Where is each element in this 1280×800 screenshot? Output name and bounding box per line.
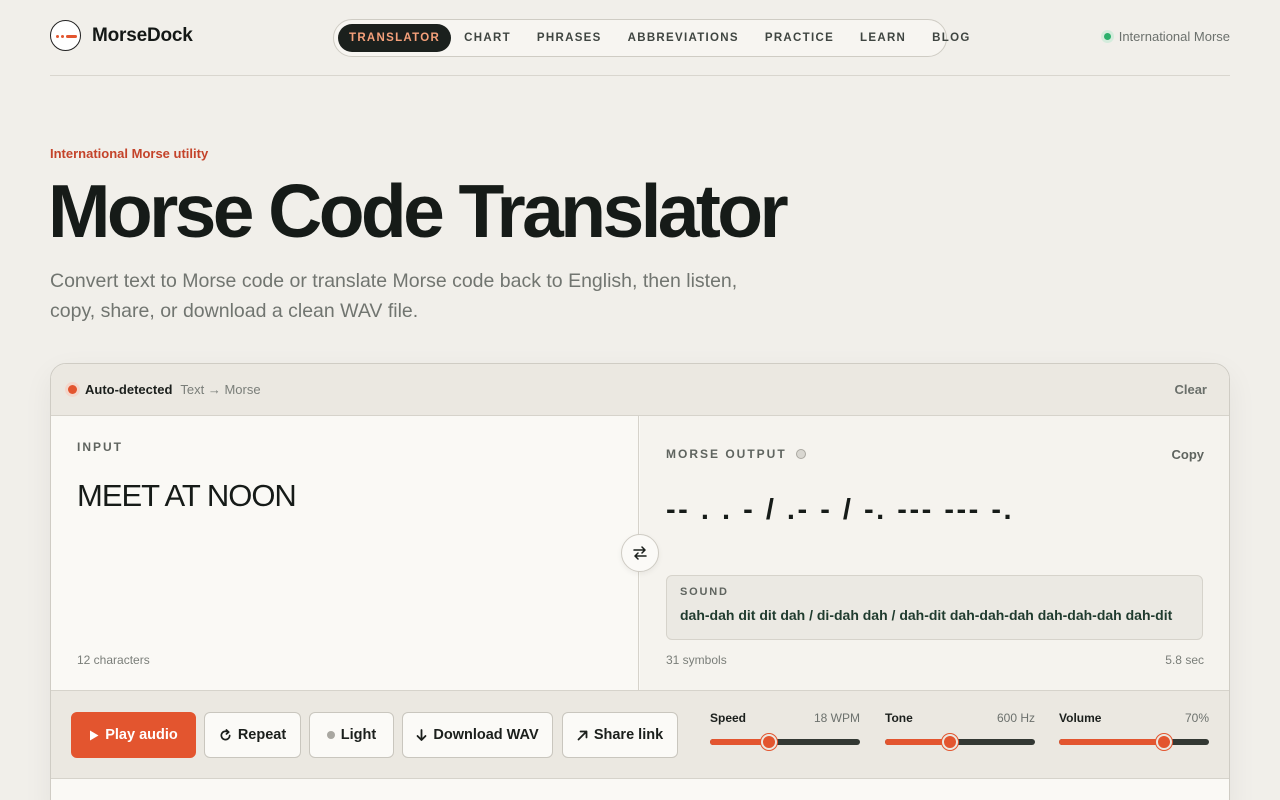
repeat-icon [220, 728, 231, 740]
volume-handle[interactable] [1156, 734, 1172, 750]
speed-fill [710, 739, 769, 745]
output-label-group: MORSE OUTPUT [666, 447, 806, 461]
nav-item-chart[interactable]: CHART [451, 24, 524, 52]
nav-item-practice[interactable]: PRACTICE [752, 24, 847, 52]
download-wav-label: Download WAV [433, 727, 539, 743]
tone-handle[interactable] [941, 734, 958, 750]
top-bar: MorseDock TRANSLATOR CHART PHRASES ABBRE… [50, 0, 1230, 76]
sound-text: dah-dah dit dit dah / di-dah dah / dah-d… [680, 607, 1173, 623]
status-dot-icon [1103, 33, 1111, 40]
morse-output: -- . . - / .- - / -. --- --- -. [666, 494, 1015, 526]
input-pane[interactable]: INPUT MEET AT NOON 12 characters [51, 416, 639, 690]
info-icon[interactable] [795, 449, 806, 459]
volume-fill [1059, 739, 1164, 745]
volume-track[interactable] [1059, 734, 1209, 750]
timing-legend-row [51, 779, 1229, 800]
sound-label: SOUND [680, 586, 729, 598]
speed-track[interactable] [710, 734, 860, 750]
tone-track[interactable] [885, 734, 1035, 750]
share-arrow-icon [577, 730, 588, 740]
input-text[interactable]: MEET AT NOON [77, 478, 297, 514]
card-header: Auto-detected Text → Morse Clear [51, 364, 1229, 416]
download-arrow-icon [416, 728, 427, 741]
duration: 5.8 sec [1165, 653, 1204, 667]
nav-item-abbreviations[interactable]: ABBREVIATIONS [615, 24, 752, 52]
detection-status: Auto-detected Text → Morse [68, 382, 261, 397]
tone-value: 600 Hz [996, 711, 1035, 725]
direction-label: Text → Morse [180, 382, 261, 397]
detection-label: Auto-detected [85, 382, 173, 397]
output-pane: MORSE OUTPUT Copy -- . . - / .- - / -. -… [640, 416, 1229, 690]
volume-label: Volume [1059, 711, 1102, 725]
hero-subtitle: Convert text to Morse code or translate … [50, 270, 738, 322]
nav-item-phrases[interactable]: PHRASES [524, 24, 615, 52]
symbol-count: 31 symbols [666, 653, 727, 667]
tone-label: Tone [885, 711, 913, 725]
input-label: INPUT [77, 440, 123, 454]
brand[interactable]: MorseDock [50, 20, 193, 51]
share-link-label: Share link [593, 727, 664, 743]
light-indicator-icon [326, 731, 335, 739]
character-count: 12 characters [77, 653, 150, 667]
light-label: Light [340, 727, 377, 743]
main-nav: TRANSLATOR CHART PHRASES ABBREVIATIONS P… [333, 19, 969, 57]
repeat-label: Repeat [237, 727, 287, 743]
sound-box: SOUND dah-dah dit dit dah / di-dah dah /… [666, 575, 1203, 640]
light-button[interactable]: Light [309, 712, 394, 758]
morsedock-logo-icon [50, 20, 81, 51]
clear-button[interactable]: Clear [1174, 382, 1207, 397]
play-icon [90, 730, 99, 740]
translator-card: Auto-detected Text → Morse Clear INPUT M… [50, 363, 1230, 800]
volume-value: 70% [1184, 711, 1209, 725]
nav-item-blog[interactable]: BLOG [919, 24, 983, 52]
repeat-button[interactable]: Repeat [204, 712, 301, 758]
page-title: Morse Code Translator [48, 169, 789, 253]
tone-slider[interactable]: Tone 600 Hz [885, 711, 1035, 750]
play-audio-button[interactable]: Play audio [71, 712, 196, 758]
brand-name: MorseDock [92, 24, 193, 46]
swap-direction-button[interactable] [621, 534, 659, 572]
hero-kicker: International Morse utility [50, 146, 209, 161]
nav-item-translator[interactable]: TRANSLATOR [338, 24, 452, 52]
share-link-button[interactable]: Share link [562, 712, 678, 758]
volume-slider[interactable]: Volume 70% [1059, 711, 1209, 750]
controls-bar: Play audio Repeat Light Download WAV Sha… [51, 690, 1229, 779]
play-audio-label: Play audio [105, 727, 178, 743]
nav-item-learn[interactable]: LEARN [847, 24, 919, 52]
speed-label: Speed [710, 711, 747, 725]
download-wav-button[interactable]: Download WAV [402, 712, 553, 758]
copy-button[interactable]: Copy [1172, 447, 1205, 462]
output-label: MORSE OUTPUT [666, 447, 787, 461]
speed-value: 18 WPM [813, 711, 860, 725]
speed-handle[interactable] [760, 734, 777, 750]
region-indicator[interactable]: International Morse [1103, 29, 1230, 44]
speed-slider[interactable]: Speed 18 WPM [710, 711, 860, 750]
tone-fill [885, 739, 950, 745]
record-dot-icon [68, 385, 77, 394]
swap-arrows-icon [633, 546, 647, 560]
region-label: International Morse [1118, 29, 1230, 44]
